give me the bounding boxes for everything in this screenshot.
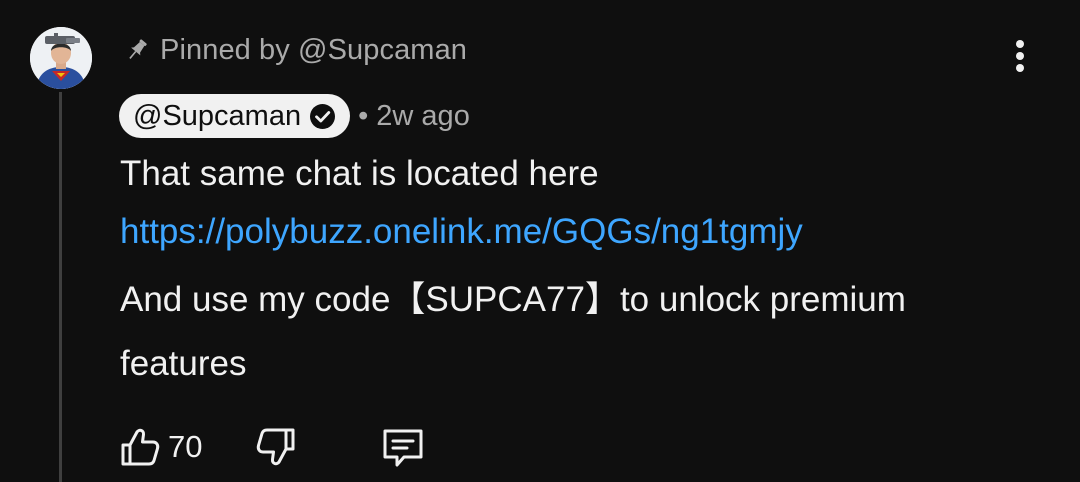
- pin-icon: [122, 35, 152, 65]
- dislike-button[interactable]: [254, 425, 298, 469]
- comment-actions: 70: [118, 424, 426, 470]
- comment-icon: [383, 429, 423, 467]
- comment-timestamp: • 2w ago: [358, 99, 470, 132]
- pinned-indicator: Pinned by @Supcaman: [122, 28, 467, 72]
- more-vertical-icon: [1016, 40, 1024, 72]
- author-name: @Supcaman: [133, 99, 302, 132]
- author-badge[interactable]: @Supcaman: [119, 94, 351, 138]
- avatar[interactable]: [30, 27, 92, 89]
- verified-check-icon: [309, 103, 336, 130]
- like-count: 70: [168, 429, 203, 464]
- thumbs-down-icon: [257, 428, 295, 466]
- comment-text: That same chat is located here https://p…: [120, 150, 1020, 396]
- thumbs-up-icon: [121, 428, 160, 466]
- like-button[interactable]: 70: [118, 425, 202, 469]
- comment-link[interactable]: https://polybuzz.onelink.me/GQGs/ng1tgmj…: [120, 208, 1020, 256]
- thread-line: [59, 92, 62, 482]
- comment-line: That same chat is located here: [120, 154, 599, 193]
- reply-button[interactable]: [380, 425, 426, 469]
- more-options-button[interactable]: [1002, 36, 1038, 76]
- comment-header: @Supcaman • 2w ago: [119, 94, 470, 138]
- pinned-label: Pinned by @Supcaman: [160, 33, 468, 66]
- comment-line: And use my code【SUPCA77】to unlock premiu…: [120, 280, 906, 383]
- avatar-image: [30, 27, 92, 89]
